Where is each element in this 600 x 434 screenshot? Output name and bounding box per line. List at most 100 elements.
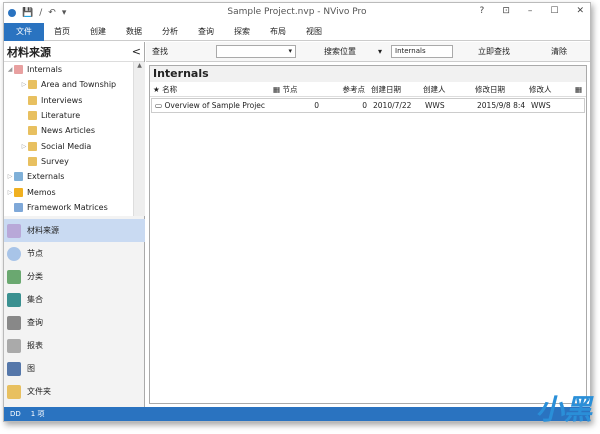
column-header: ★ 名称 ▦ 节点 参考点 创建日期 创建人 修改日期 修改人 ▦ — [150, 82, 586, 97]
report-icon — [7, 338, 21, 353]
tree-item[interactable]: News Articles — [4, 123, 145, 138]
tree-item[interactable]: ▷ Area and Township — [4, 77, 145, 92]
folder-icon — [14, 172, 23, 182]
nav-button[interactable]: 报表 — [4, 334, 145, 357]
col-modified[interactable]: 修改日期 — [472, 84, 526, 95]
col-label: 节点 — [282, 84, 298, 94]
col-creator[interactable]: 创建人 — [420, 84, 472, 95]
find-input[interactable]: ▾ — [216, 45, 296, 58]
nav-button[interactable]: 材料来源 — [4, 219, 145, 242]
source-tree: ◢ Internals ▷ Area and Township Interviews Li… — [4, 62, 145, 216]
col-modifier[interactable]: 修改人 — [526, 84, 572, 95]
tab-home[interactable]: 首页 — [44, 26, 80, 37]
collapse-pane-button[interactable]: < — [132, 45, 141, 58]
expander-icon[interactable]: ▷ — [20, 143, 28, 150]
tree-item[interactable]: ▷ Social Media — [4, 138, 145, 153]
tree-item-label: Interviews — [41, 95, 83, 105]
tree-item[interactable]: ▷ Externals — [4, 169, 145, 184]
watermark-logo: 小黑 — [535, 393, 592, 426]
save-icon[interactable]: 💾 — [22, 8, 33, 18]
cell-name: ▭ Overview of Sample Projec — [155, 101, 266, 110]
cell-created: 2010/7/22 — [373, 101, 412, 110]
tree-item-label: News Articles — [41, 126, 95, 136]
nav-button[interactable]: 图 — [4, 357, 145, 380]
undo-icon[interactable]: ↶ — [48, 8, 56, 18]
find-label: 查找 — [152, 47, 168, 56]
col-label: 名称 — [162, 84, 178, 94]
expander-icon[interactable]: ▷ — [20, 81, 28, 88]
tree-item[interactable]: ▷ Memos — [4, 184, 145, 199]
nav-button[interactable]: 集合 — [4, 288, 145, 311]
folder-icon — [28, 156, 37, 166]
workspace-nav: 材料来源节点分类集合查询报表图文件夹 — [4, 219, 145, 403]
tree-item-label: Framework Matrices — [27, 202, 108, 212]
dropdown-icon[interactable]: ▾ — [378, 47, 382, 56]
node-icon — [7, 246, 21, 261]
column-chooser-icon[interactable]: ▦ — [572, 85, 585, 94]
folder-icon — [28, 111, 37, 121]
minimize-button[interactable]: – — [528, 6, 533, 16]
maximize-button[interactable]: ☐ — [550, 6, 558, 16]
tab-analyze[interactable]: 分析 — [152, 26, 188, 37]
find-bar: 查找 ▾ 搜索位置 ▾ Internals 立即查找 清除 — [146, 42, 590, 62]
clear-button[interactable]: 清除 — [551, 46, 567, 57]
cell-nodes: 0 — [314, 101, 319, 110]
expander-icon[interactable]: ▷ — [6, 173, 14, 180]
find-now-button[interactable]: 立即查找 — [478, 46, 510, 57]
folder-icon — [7, 384, 21, 399]
col-nodes[interactable]: ▦ 节点 — [270, 84, 320, 95]
nav-label: 节点 — [27, 249, 43, 258]
nav-label: 图 — [27, 364, 35, 373]
tree-item-label: Survey — [41, 156, 69, 166]
status-count: 1 项 — [30, 410, 45, 418]
tree-item[interactable]: Interviews — [4, 93, 145, 108]
nav-button[interactable]: 文件夹 — [4, 380, 145, 403]
title-bar: 💾 / ↶ ▾ Sample Project.nvp - NVivo Pro ?… — [4, 3, 590, 23]
tab-create[interactable]: 创建 — [80, 26, 116, 37]
cell-modifier: WWS — [531, 101, 551, 110]
search-location-field[interactable]: Internals — [391, 45, 453, 58]
quick-access-toolbar: 💾 / ↶ ▾ — [4, 8, 66, 18]
tab-explore[interactable]: 探索 — [224, 26, 260, 37]
app-window: 💾 / ↶ ▾ Sample Project.nvp - NVivo Pro ?… — [3, 2, 591, 422]
tree-scrollbar[interactable]: ▲ — [133, 62, 145, 216]
tab-query[interactable]: 查询 — [188, 26, 224, 37]
tab-view[interactable]: 视图 — [296, 26, 332, 37]
tree-item[interactable]: ◢ Internals — [4, 62, 145, 77]
list-view: Internals ★ 名称 ▦ 节点 参考点 创建日期 创建人 修改日期 修改… — [149, 65, 587, 404]
cell-text: Overview of Sample Projec — [164, 101, 266, 110]
close-button[interactable]: ✕ — [576, 6, 584, 16]
cell-modified: 2015/9/8 8:4 — [477, 101, 526, 110]
sources-icon — [7, 223, 21, 238]
tab-layout[interactable]: 布局 — [260, 26, 296, 37]
col-refs[interactable]: 参考点 — [320, 84, 368, 95]
customize-icon[interactable]: ▾ — [62, 8, 67, 18]
nav-button[interactable]: 分类 — [4, 265, 145, 288]
tree-item[interactable]: Framework Matrices — [4, 200, 145, 215]
nav-button[interactable]: 查询 — [4, 311, 145, 334]
status-user: DD — [10, 410, 21, 418]
nav-button[interactable]: 节点 — [4, 242, 145, 265]
main-content: 查找 ▾ 搜索位置 ▾ Internals 立即查找 清除 Internals … — [146, 42, 590, 407]
tab-data[interactable]: 数据 — [116, 26, 152, 37]
edit-icon[interactable]: / — [39, 8, 42, 18]
nav-label: 报表 — [27, 341, 43, 350]
search-location-button[interactable]: 搜索位置 — [324, 46, 356, 57]
col-created[interactable]: 创建日期 — [368, 84, 420, 95]
folder-icon — [28, 141, 37, 151]
help-button[interactable]: ? — [480, 6, 485, 16]
tab-file[interactable]: 文件 — [4, 22, 44, 41]
tree-item[interactable]: Literature — [4, 108, 145, 123]
table-row[interactable]: ▭ Overview of Sample Projec 0 0 2010/7/2… — [151, 98, 585, 113]
expander-icon[interactable]: ◢ — [6, 66, 14, 73]
expander-icon[interactable]: ▷ — [6, 189, 14, 196]
cell-refs: 0 — [362, 101, 367, 110]
tree-item-label: Literature — [41, 111, 81, 121]
tree-item[interactable]: Survey — [4, 154, 145, 169]
map-icon — [7, 361, 21, 376]
query-icon — [7, 315, 21, 330]
ribbon-display-button[interactable]: ⊡ — [502, 6, 510, 16]
app-logo-icon — [8, 9, 16, 17]
nav-label: 集合 — [27, 295, 43, 304]
col-name[interactable]: ★ 名称 — [150, 84, 270, 95]
